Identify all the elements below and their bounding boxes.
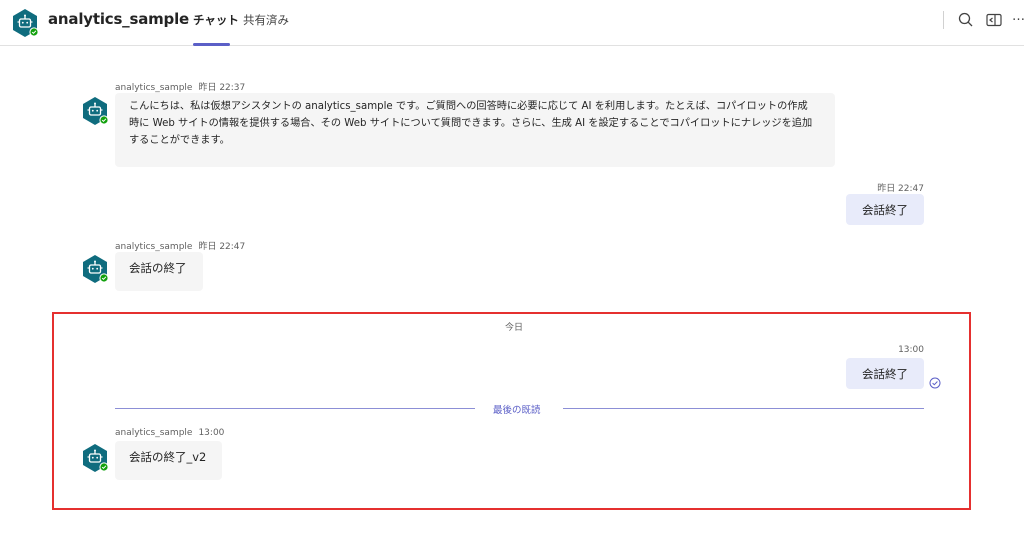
bot-icon	[80, 96, 110, 126]
sender-name: analytics_sample	[115, 242, 193, 252]
message-time: 13:00	[198, 428, 225, 438]
chat-title: analytics_sample	[48, 10, 190, 28]
last-read-line	[563, 408, 924, 409]
message-bubble-outgoing: 会話終了	[846, 358, 924, 389]
message-bubble: 会話の終了	[115, 252, 203, 291]
last-read-label: 最後の既読	[493, 405, 541, 416]
message-bubble-outgoing: 会話終了	[846, 194, 924, 225]
tab-shared[interactable]: 共有済み	[243, 12, 289, 28]
message-meta: analytics_sample 昨日 22:37	[115, 80, 245, 93]
active-tab-indicator	[193, 43, 230, 46]
search-icon[interactable]	[956, 10, 976, 30]
message-bubble: こんにちは、私は仮想アシスタントの analytics_sample です。ご質…	[115, 93, 835, 167]
sender-name: analytics_sample	[115, 428, 193, 438]
message-text-line: 時に Web サイトの情報を提供する場合、その Web サイトについて質問できま…	[129, 118, 813, 129]
bot-icon	[80, 443, 110, 473]
message-meta: analytics_sample 昨日 22:47	[115, 239, 245, 252]
sender-name: analytics_sample	[115, 83, 193, 93]
read-receipt-icon	[929, 377, 941, 389]
bot-icon[interactable]	[10, 8, 40, 38]
message-time: 昨日 22:47	[877, 184, 924, 194]
message-time: 昨日 22:37	[198, 83, 246, 93]
header-divider	[943, 11, 944, 29]
message-bubble: 会話の終了_v2	[115, 441, 222, 480]
last-read-line	[115, 408, 475, 409]
message-text-line: こんにちは、私は仮想アシスタントの analytics_sample です。ご質…	[129, 101, 808, 112]
popout-icon[interactable]	[984, 10, 1004, 30]
more-icon[interactable]: …	[1012, 9, 1024, 24]
tab-chat[interactable]: チャット	[193, 12, 239, 28]
message-meta: analytics_sample 13:00	[115, 428, 224, 438]
message-time: 昨日 22:47	[198, 242, 246, 252]
message-time: 13:00	[898, 345, 924, 355]
chat-header: analytics_sample チャット 共有済み …	[0, 0, 1024, 46]
day-divider: 今日	[505, 323, 524, 333]
message-text-line: することができます。	[129, 135, 230, 146]
bot-icon	[80, 254, 110, 284]
